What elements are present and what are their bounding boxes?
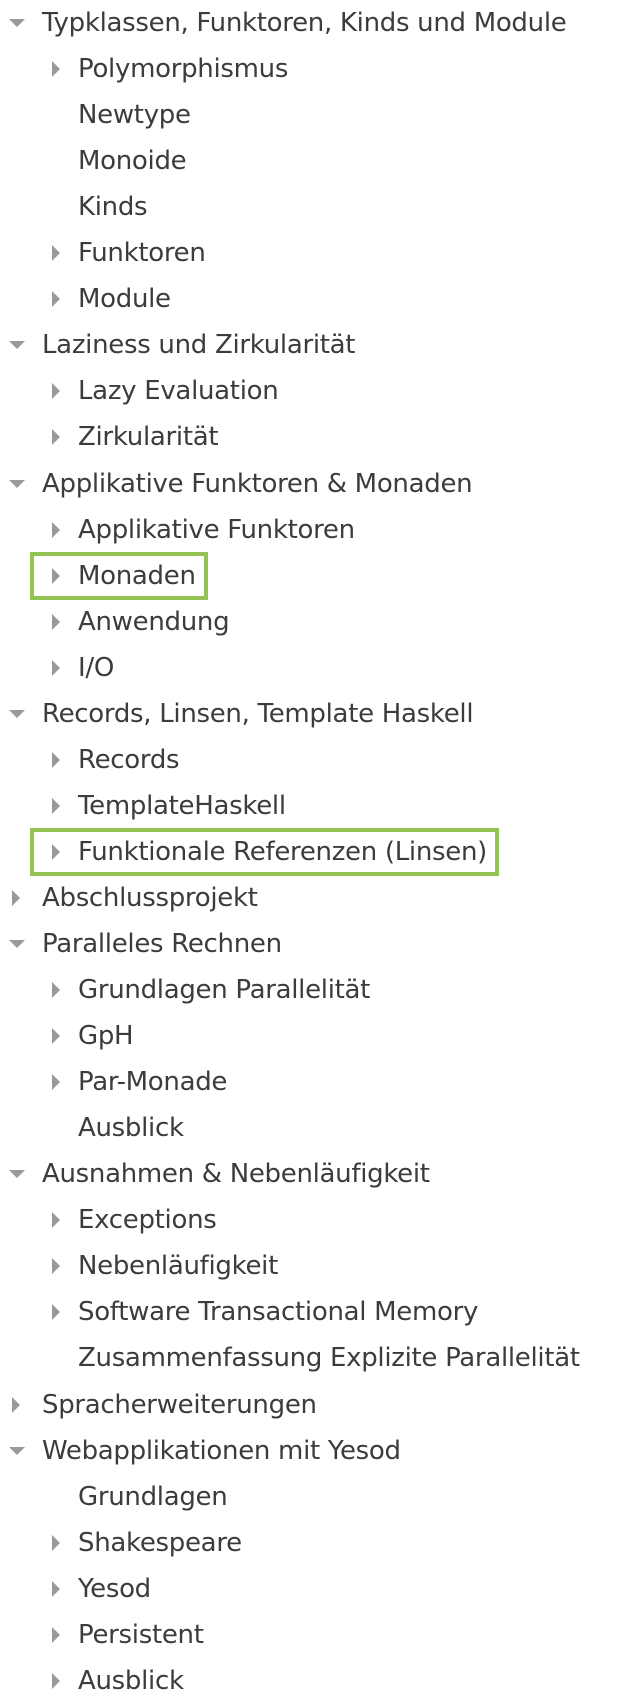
collapsed-triangle-icon[interactable] — [48, 967, 68, 1013]
collapsed-triangle-icon[interactable] — [48, 46, 68, 92]
collapsed-triangle-icon[interactable] — [48, 829, 68, 875]
collapsed-triangle-icon[interactable] — [48, 599, 68, 645]
collapsed-triangle-icon[interactable] — [48, 783, 68, 829]
tree-item-label: Applikative Funktoren — [78, 514, 355, 545]
tree-item-label: TemplateHaskell — [78, 790, 286, 821]
tree-item-label: Kinds — [78, 192, 148, 223]
expanded-triangle-icon[interactable] — [8, 921, 28, 967]
tree-item-label: Persistent — [78, 1619, 204, 1650]
tree-item-label: Applikative Funktoren & Monaden — [42, 468, 473, 499]
expanded-triangle-icon[interactable] — [8, 322, 28, 368]
collapsed-triangle-icon[interactable] — [48, 1013, 68, 1059]
tree-item-label: I/O — [78, 652, 114, 683]
collapsed-triangle-icon[interactable] — [48, 1566, 68, 1612]
tree-item-label: Monaden — [78, 560, 196, 591]
tree-item-label: Grundlagen Parallelität — [78, 975, 371, 1006]
tree-item-label: Ausblick — [78, 1665, 184, 1696]
tree-item-label: Nebenläufigkeit — [78, 1251, 278, 1282]
tree-item-label: Newtype — [78, 100, 191, 131]
tree-item-label: Funktionale Referenzen (Linsen) — [78, 836, 487, 867]
tree-item-label: Anwendung — [78, 606, 230, 637]
tree-item-label: Paralleles Rechnen — [42, 929, 282, 959]
tree-item-label: Typklassen, Funktoren, Kinds und Module — [42, 8, 567, 38]
outline-tree: Typklassen, Funktoren, Kinds und Module P… — [0, 0, 618, 1702]
collapsed-triangle-icon[interactable] — [48, 1289, 68, 1335]
tree-item-label: Laziness und Zirkularität — [42, 330, 356, 361]
collapsed-triangle-icon[interactable] — [48, 1243, 68, 1289]
collapsed-triangle-icon[interactable] — [48, 276, 68, 322]
collapsed-triangle-icon[interactable] — [48, 737, 68, 783]
expanded-triangle-icon[interactable] — [8, 1151, 28, 1197]
tree-item-label: Webapplikationen mit Yesod — [42, 1435, 401, 1466]
collapsed-triangle-icon[interactable] — [48, 1658, 68, 1704]
tree-item-label: Grundlagen — [78, 1481, 228, 1512]
collapsed-triangle-icon[interactable] — [48, 230, 68, 276]
tree-item-label: Exceptions — [78, 1205, 217, 1236]
collapsed-triangle-icon[interactable] — [48, 507, 68, 553]
collapsed-triangle-icon[interactable] — [8, 1382, 28, 1428]
expanded-triangle-icon[interactable] — [8, 461, 28, 507]
tree-item-label: GpH — [78, 1021, 134, 1052]
collapsed-triangle-icon[interactable] — [8, 875, 28, 921]
tree-item-label: Monoide — [78, 146, 187, 177]
collapsed-triangle-icon[interactable] — [48, 368, 68, 414]
expanded-triangle-icon[interactable] — [8, 0, 28, 46]
tree-item-label: Module — [78, 284, 171, 315]
tree-item-label: Spracherweiterungen — [42, 1389, 317, 1420]
tree-item-label: Ausblick — [78, 1113, 184, 1144]
expanded-triangle-icon[interactable] — [8, 1428, 28, 1474]
collapsed-triangle-icon[interactable] — [48, 1520, 68, 1566]
collapsed-triangle-icon[interactable] — [48, 645, 68, 691]
tree-item-label: Polymorphismus — [78, 54, 289, 85]
tree-item-label: Yesod — [78, 1573, 151, 1604]
tree-item-label: Lazy Evaluation — [78, 376, 279, 407]
tree-item-label: Par-Monade — [78, 1067, 228, 1098]
collapsed-triangle-icon[interactable] — [48, 1059, 68, 1105]
tree-item-label: Records — [78, 744, 180, 775]
collapsed-triangle-icon[interactable] — [48, 553, 68, 599]
tree-item-label: Ausnahmen & Nebenläufigkeit — [42, 1159, 430, 1190]
tree-item-label: Abschlussprojekt — [42, 882, 258, 913]
tree-item-label: Shakespeare — [78, 1527, 242, 1558]
tree-item-label: Records, Linsen, Template Haskell — [42, 698, 474, 729]
collapsed-triangle-icon[interactable] — [48, 1197, 68, 1243]
expanded-triangle-icon[interactable] — [8, 691, 28, 737]
tree-item-label: Zusammenfassung Explizite Parallelität — [78, 1343, 580, 1374]
collapsed-triangle-icon[interactable] — [48, 1612, 68, 1658]
tree-item-label: Software Transactional Memory — [78, 1297, 479, 1328]
tree-item-label: Zirkularität — [78, 422, 219, 453]
tree-item-label: Funktoren — [78, 238, 206, 269]
collapsed-triangle-icon[interactable] — [48, 414, 68, 460]
